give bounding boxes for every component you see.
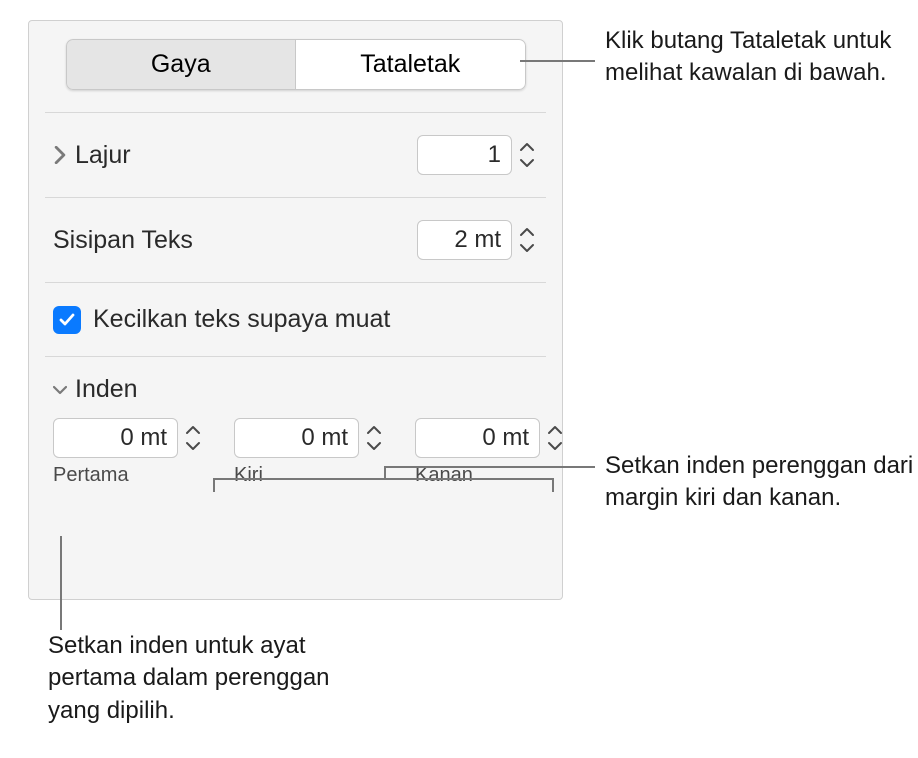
callout-line xyxy=(384,466,595,468)
columns-stepper-arrows xyxy=(516,135,538,175)
layout-panel: Gaya Tataletak Lajur xyxy=(28,20,563,600)
indent-first-group: Pertama xyxy=(53,418,204,487)
callout-first-indent: Setkan inden untuk ayat pertama dalam pe… xyxy=(48,630,338,727)
indent-left-input[interactable] xyxy=(234,418,359,458)
indent-first-label: Pertama xyxy=(53,464,204,487)
indent-left-stepper xyxy=(234,418,385,458)
indent-left-arrows xyxy=(363,418,385,458)
text-inset-input[interactable] xyxy=(417,220,512,260)
indents-header: Inden xyxy=(53,357,538,418)
stepper-up-icon[interactable] xyxy=(516,224,538,240)
text-inset-stepper-arrows xyxy=(516,220,538,260)
columns-input[interactable] xyxy=(417,135,512,175)
stepper-down-icon[interactable] xyxy=(516,240,538,256)
stepper-down-icon[interactable] xyxy=(182,438,204,454)
indent-first-stepper xyxy=(53,418,204,458)
tab-style-label: Gaya xyxy=(151,50,211,78)
columns-stepper xyxy=(417,135,538,175)
stepper-down-icon[interactable] xyxy=(544,438,566,454)
callout-layout-tab: Klik butang Tataletak untuk melihat kawa… xyxy=(605,25,918,90)
callout-left-right: Setkan inden perenggan dari margin kiri … xyxy=(605,450,918,515)
tab-style[interactable]: Gaya xyxy=(66,39,296,90)
shrink-text-checkbox[interactable] xyxy=(53,306,81,334)
stepper-down-icon[interactable] xyxy=(363,438,385,454)
text-inset-row: Sisipan Teks xyxy=(53,198,538,282)
indents-label: Inden xyxy=(75,375,138,404)
columns-label: Lajur xyxy=(75,141,131,170)
indent-first-input[interactable] xyxy=(53,418,178,458)
indent-right-stepper xyxy=(415,418,566,458)
callout-line xyxy=(60,536,62,630)
text-inset-stepper xyxy=(417,220,538,260)
tab-group: Gaya Tataletak xyxy=(66,39,526,90)
stepper-down-icon[interactable] xyxy=(516,155,538,171)
indent-right-arrows xyxy=(544,418,566,458)
tab-layout-label: Tataletak xyxy=(360,50,460,78)
tab-layout[interactable]: Tataletak xyxy=(295,39,526,90)
callout-line xyxy=(520,60,595,62)
text-inset-label: Sisipan Teks xyxy=(53,226,193,255)
columns-label-wrap: Lajur xyxy=(53,141,131,170)
columns-row: Lajur xyxy=(53,113,538,197)
indent-right-input[interactable] xyxy=(415,418,540,458)
indent-right-group: Kanan xyxy=(415,418,566,487)
stepper-up-icon[interactable] xyxy=(363,422,385,438)
callout-bracket xyxy=(213,478,554,492)
shrink-text-row: Kecilkan teks supaya muat xyxy=(53,283,538,356)
chevron-right-icon[interactable] xyxy=(53,146,67,164)
stepper-up-icon[interactable] xyxy=(182,422,204,438)
indent-left-group: Kiri xyxy=(234,418,385,487)
stepper-up-icon[interactable] xyxy=(544,422,566,438)
stepper-up-icon[interactable] xyxy=(516,139,538,155)
text-inset-label-wrap: Sisipan Teks xyxy=(53,226,193,255)
shrink-text-label: Kecilkan teks supaya muat xyxy=(93,305,390,334)
indent-first-arrows xyxy=(182,418,204,458)
chevron-down-icon[interactable] xyxy=(53,381,67,399)
